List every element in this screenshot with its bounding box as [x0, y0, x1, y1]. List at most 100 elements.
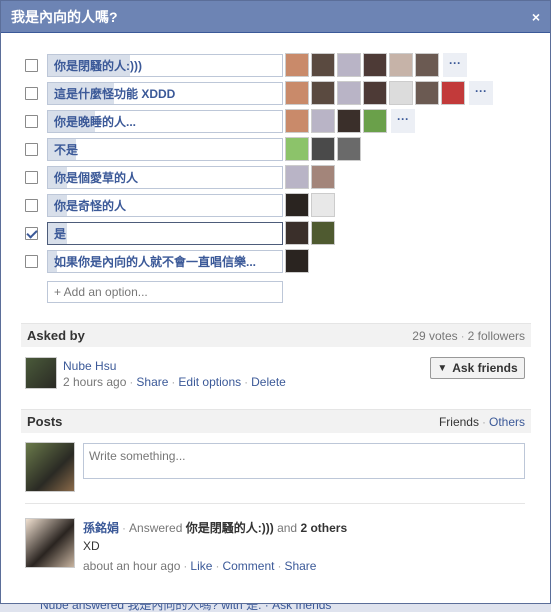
asked-by-header: Asked by 29 votes · 2 followers	[21, 323, 531, 347]
divider	[25, 503, 525, 504]
delete-link[interactable]: Delete	[251, 375, 286, 389]
option-voters	[285, 165, 337, 189]
option-label: 這是什麼怪功能 XDDD	[54, 86, 176, 101]
option-bar[interactable]: 不是	[47, 137, 283, 161]
add-option-input[interactable]: + Add an option...	[47, 281, 283, 303]
poll-option-row: 這是什麼怪功能 XDDD ···	[25, 79, 525, 107]
voter-avatar[interactable]	[311, 81, 335, 105]
voter-avatar[interactable]	[415, 53, 439, 77]
post-time[interactable]: about an hour ago	[83, 559, 180, 573]
more-voters-icon[interactable]: ···	[391, 109, 415, 133]
option-bar[interactable]: 你是晚睡的人...	[47, 109, 283, 133]
post-others[interactable]: 2 others	[300, 521, 347, 535]
more-voters-icon[interactable]: ···	[443, 53, 467, 77]
voter-avatar[interactable]	[415, 81, 439, 105]
write-something-input[interactable]: Write something...	[83, 443, 525, 479]
voter-avatar[interactable]	[311, 109, 335, 133]
voter-avatar[interactable]	[363, 109, 387, 133]
asker-avatar[interactable]	[25, 357, 57, 389]
edit-options-link[interactable]: Edit options	[178, 375, 241, 389]
voter-avatar[interactable]	[285, 137, 309, 161]
close-icon[interactable]: ×	[528, 9, 544, 25]
option-bar[interactable]: 如果你是內向的人就不會一直唱信樂...	[47, 249, 283, 273]
voter-avatar[interactable]	[389, 53, 413, 77]
option-voters	[285, 193, 337, 217]
option-bar[interactable]: 你是奇怪的人	[47, 193, 283, 217]
share-link[interactable]: Share	[136, 375, 168, 389]
poll-option-row: 是	[25, 219, 525, 247]
voter-avatar[interactable]	[285, 221, 309, 245]
voter-avatar[interactable]	[311, 165, 335, 189]
voter-avatar[interactable]	[311, 193, 335, 217]
option-voters	[285, 137, 363, 161]
post-text: XD	[83, 539, 100, 553]
voter-avatar[interactable]	[311, 53, 335, 77]
poll-option-row: 你是閉騷的人:))) ···	[25, 51, 525, 79]
post-share-link[interactable]: Share	[284, 559, 316, 573]
dialog-title: 我是內向的人嗎?	[11, 8, 118, 25]
asked-time: 2 hours ago	[63, 375, 127, 389]
voter-avatar[interactable]	[285, 53, 309, 77]
option-checkbox[interactable]	[25, 114, 38, 128]
post-author-name[interactable]: 孫銘娟	[83, 521, 119, 535]
ask-friends-label: Ask friends	[452, 361, 518, 375]
option-label: 你是奇怪的人	[54, 198, 127, 213]
more-voters-icon[interactable]: ···	[469, 81, 493, 105]
post-meta: about an hour ago · Like · Comment · Share	[83, 559, 317, 573]
option-checkbox[interactable]	[25, 58, 38, 72]
post-and: and	[277, 521, 298, 535]
option-checkbox[interactable]	[25, 254, 38, 268]
posts-header: Posts Friends · Others	[21, 409, 531, 433]
asker-meta: 2 hours ago · Share · Edit options · Delete	[63, 375, 286, 389]
option-label: 是	[54, 226, 67, 241]
voter-avatar[interactable]	[337, 81, 361, 105]
option-voters: ···	[285, 81, 493, 105]
option-checkbox[interactable]	[25, 170, 38, 184]
followers-count[interactable]: 2 followers	[468, 329, 525, 343]
ask-friends-button[interactable]: ▼ Ask friends	[430, 357, 525, 379]
poll-option-row: 你是晚睡的人... ···	[25, 107, 525, 135]
voter-avatar[interactable]	[337, 109, 361, 133]
option-checkbox[interactable]	[25, 198, 38, 212]
voter-avatar[interactable]	[363, 53, 387, 77]
option-label: 不是	[54, 142, 79, 157]
option-voters	[285, 221, 337, 245]
votes-count: 29 votes	[412, 328, 458, 343]
vote-stats: 29 votes · 2 followers	[412, 328, 525, 343]
voter-avatar[interactable]	[285, 81, 309, 105]
voter-avatar[interactable]	[363, 81, 387, 105]
option-bar[interactable]: 是	[47, 221, 283, 245]
option-bar[interactable]: 你是閉騷的人:)))	[47, 53, 283, 77]
voter-avatar[interactable]	[285, 249, 309, 273]
option-bar[interactable]: 你是個愛草的人	[47, 165, 283, 189]
post-author-avatar[interactable]	[25, 518, 75, 568]
option-checkbox[interactable]	[25, 226, 38, 240]
option-voters: ···	[285, 53, 467, 77]
comment-link[interactable]: Comment	[222, 559, 274, 573]
post-header: 孫銘娟 · Answered 你是閉騷的人:))) and 2 others	[83, 521, 348, 535]
voter-avatar[interactable]	[337, 137, 361, 161]
voter-avatar[interactable]	[337, 53, 361, 77]
poll-option-row: 不是	[25, 135, 525, 163]
post-action: Answered	[129, 521, 183, 535]
voter-avatar[interactable]	[311, 137, 335, 161]
asked-by-heading: Asked by	[27, 328, 85, 343]
question-dialog: 我是內向的人嗎? × 你是閉騷的人:))) ··· 這是什麼怪功能 XDDD ··· 你…	[0, 0, 551, 604]
asker-name[interactable]: Nube Hsu	[63, 359, 116, 373]
voter-avatar[interactable]	[389, 81, 413, 105]
filter-others[interactable]: Others	[489, 415, 525, 429]
voter-avatar[interactable]	[285, 109, 309, 133]
posts-heading: Posts	[27, 414, 63, 429]
like-link[interactable]: Like	[190, 559, 212, 573]
voter-avatar[interactable]	[285, 193, 309, 217]
post-answer[interactable]: 你是閉騷的人:)))	[186, 521, 274, 535]
option-label: 如果你是內向的人就不會一直唱信樂...	[54, 254, 257, 269]
option-checkbox[interactable]	[25, 142, 38, 156]
voter-avatar[interactable]	[441, 81, 465, 105]
option-checkbox[interactable]	[25, 86, 38, 100]
voter-avatar[interactable]	[311, 221, 335, 245]
option-bar[interactable]: 這是什麼怪功能 XDDD	[47, 81, 283, 105]
voter-avatar[interactable]	[285, 165, 309, 189]
filter-friends[interactable]: Friends	[439, 415, 479, 429]
option-voters: ···	[285, 109, 415, 133]
